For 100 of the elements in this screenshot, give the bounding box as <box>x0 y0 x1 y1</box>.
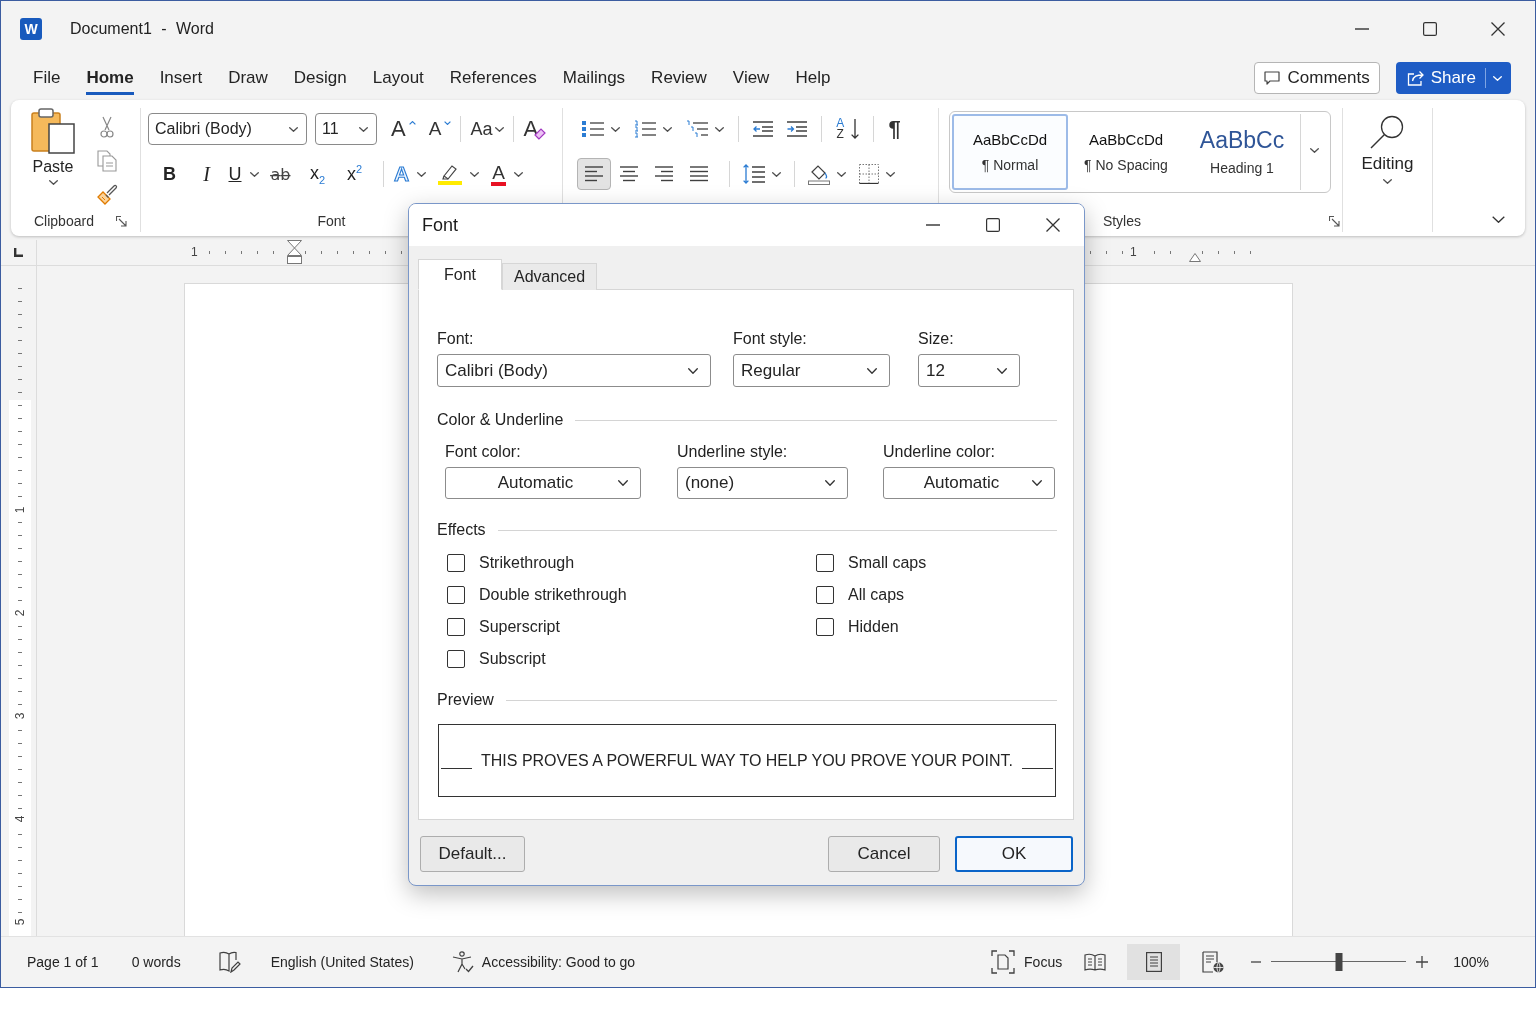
multilevel-list-button[interactable] <box>686 120 724 138</box>
indent-marker-icon[interactable] <box>1189 253 1201 262</box>
checkbox-label[interactable]: Small caps <box>848 554 927 572</box>
paintbrush-icon[interactable] <box>96 184 118 206</box>
align-center-icon <box>620 166 638 182</box>
checkbox-label[interactable]: Subscript <box>479 650 546 668</box>
zoom-in-icon[interactable] <box>1416 956 1429 968</box>
checkbox[interactable] <box>447 618 465 636</box>
style-item[interactable]: AaBbCcDd ¶ Normal <box>952 114 1068 190</box>
focus-button[interactable]: Focus <box>991 950 1063 974</box>
dialog-tab[interactable]: Advanced <box>502 263 598 290</box>
dialog-tab[interactable]: Font <box>418 259 502 290</box>
checkbox[interactable] <box>447 650 465 668</box>
accessibility-status[interactable]: Accessibility: Good to go <box>481 954 636 970</box>
underline-button[interactable]: U <box>225 163 262 185</box>
editing-button[interactable]: Editing <box>1361 115 1414 184</box>
corner-arrow-icon[interactable] <box>115 215 127 227</box>
menu-tab[interactable]: File <box>33 61 61 95</box>
dropdown[interactable]: 12 <box>918 354 1020 387</box>
paint-bucket-icon <box>808 163 830 185</box>
menu-tab[interactable]: Help <box>795 61 831 95</box>
menu-tab[interactable]: Layout <box>372 61 424 95</box>
font-name-dropdown[interactable]: Calibri (Body) <box>148 113 307 145</box>
zoom-slider[interactable] <box>1271 953 1407 971</box>
align-left-button[interactable] <box>577 158 611 190</box>
style-item[interactable]: AaBbCc Heading 1 <box>1184 114 1300 190</box>
group-label: Clipboard <box>34 213 94 229</box>
indent-marker-icon[interactable] <box>287 240 302 264</box>
shrink-font-button[interactable]: A <box>428 117 452 141</box>
menu-tab[interactable]: References <box>449 61 537 95</box>
checkbox[interactable] <box>447 554 465 572</box>
subscript-button[interactable]: x$_{2}$ <box>299 162 336 186</box>
checkbox[interactable] <box>816 618 834 636</box>
bold-button[interactable]: B <box>151 163 188 185</box>
checkbox-label[interactable]: Hidden <box>848 618 899 636</box>
zoom-level[interactable]: 100% <box>1453 954 1489 970</box>
increase-indent-icon[interactable] <box>787 121 807 137</box>
ok-button[interactable]: OK <box>955 836 1073 872</box>
caret-icon <box>772 171 781 177</box>
caret-icon <box>1310 148 1319 153</box>
book-pencil-icon[interactable] <box>218 951 241 973</box>
set-default-button[interactable]: Default... <box>420 836 525 872</box>
maximize-icon[interactable] <box>986 218 1000 232</box>
sort-button[interactable]: AZ <box>836 118 860 140</box>
checkbox[interactable] <box>447 586 465 604</box>
bullets-button[interactable] <box>582 120 620 138</box>
dropdown[interactable]: Calibri (Body) <box>437 354 711 387</box>
arrow-down-icon <box>851 119 860 139</box>
page-count: Page 1 of 1 <box>27 954 99 970</box>
menu-tab[interactable]: View <box>732 61 770 95</box>
menu-tab[interactable]: Mailings <box>562 61 626 95</box>
checkbox-label[interactable]: Superscript <box>479 618 560 636</box>
line-spacing-button[interactable] <box>743 164 781 184</box>
grow-font-button[interactable]: A <box>391 117 416 141</box>
shading-button[interactable] <box>808 163 846 185</box>
caret-icon <box>1032 480 1042 486</box>
checkbox-label[interactable]: Strikethrough <box>479 554 575 572</box>
superscript-button[interactable]: x$^{2}$ <box>336 163 373 185</box>
share-button[interactable]: Share <box>1395 62 1511 94</box>
cancel-button[interactable]: Cancel <box>828 836 940 872</box>
style-item[interactable]: AaBbCcDd ¶ No Spacing <box>1068 114 1184 190</box>
tab-stop-icon[interactable] <box>14 248 23 257</box>
dropdown[interactable]: (none) <box>677 467 848 499</box>
menu-tab[interactable]: Insert <box>159 61 203 95</box>
checkbox-label[interactable]: Double strikethrough <box>479 586 627 604</box>
borders-button[interactable] <box>859 164 895 184</box>
font-size-dropdown[interactable]: 11 <box>315 113 377 145</box>
accessibility-icon[interactable] <box>451 951 474 973</box>
scissors-icon[interactable] <box>100 116 114 138</box>
chevron-down-icon[interactable] <box>1492 216 1505 223</box>
highlight-button[interactable] <box>438 163 480 185</box>
strikethrough-button[interactable]: a̶b̶ <box>262 164 299 184</box>
numbering-button[interactable] <box>634 120 672 138</box>
bullets-icon <box>582 120 604 138</box>
close-icon[interactable] <box>1491 22 1505 36</box>
dropdown[interactable]: Automatic <box>883 467 1055 499</box>
change-case-button[interactable]: Aa <box>470 118 505 140</box>
checkbox[interactable] <box>816 586 834 604</box>
menu-tab[interactable]: Draw <box>228 61 268 95</box>
corner-arrow-icon[interactable] <box>1329 215 1340 227</box>
paste-button[interactable]: Paste <box>25 108 81 210</box>
close-icon[interactable] <box>1046 218 1060 232</box>
checkbox-label[interactable]: All caps <box>848 586 905 604</box>
menu-tab[interactable]: Design <box>293 61 347 95</box>
open-book-icon <box>1083 953 1106 971</box>
print-layout-button[interactable] <box>1127 944 1181 980</box>
font-color-button[interactable]: A <box>491 162 523 186</box>
comments-button[interactable]: Comments <box>1253 62 1380 94</box>
maximize-icon[interactable] <box>1423 22 1437 36</box>
decrease-indent-icon[interactable] <box>753 121 773 137</box>
menu-tab[interactable]: Review <box>651 61 707 95</box>
zoom-slider-thumb[interactable] <box>1335 953 1343 971</box>
menu-tab[interactable]: Home <box>86 61 134 95</box>
checkbox[interactable] <box>816 554 834 572</box>
caret-icon <box>417 171 427 177</box>
language-status[interactable]: English (United States) <box>270 954 414 970</box>
show-marks-button[interactable]: ¶ <box>888 116 901 142</box>
italic-button[interactable]: I <box>188 162 225 186</box>
dropdown[interactable]: Regular <box>733 354 890 387</box>
dropdown[interactable]: Automatic <box>445 467 641 499</box>
